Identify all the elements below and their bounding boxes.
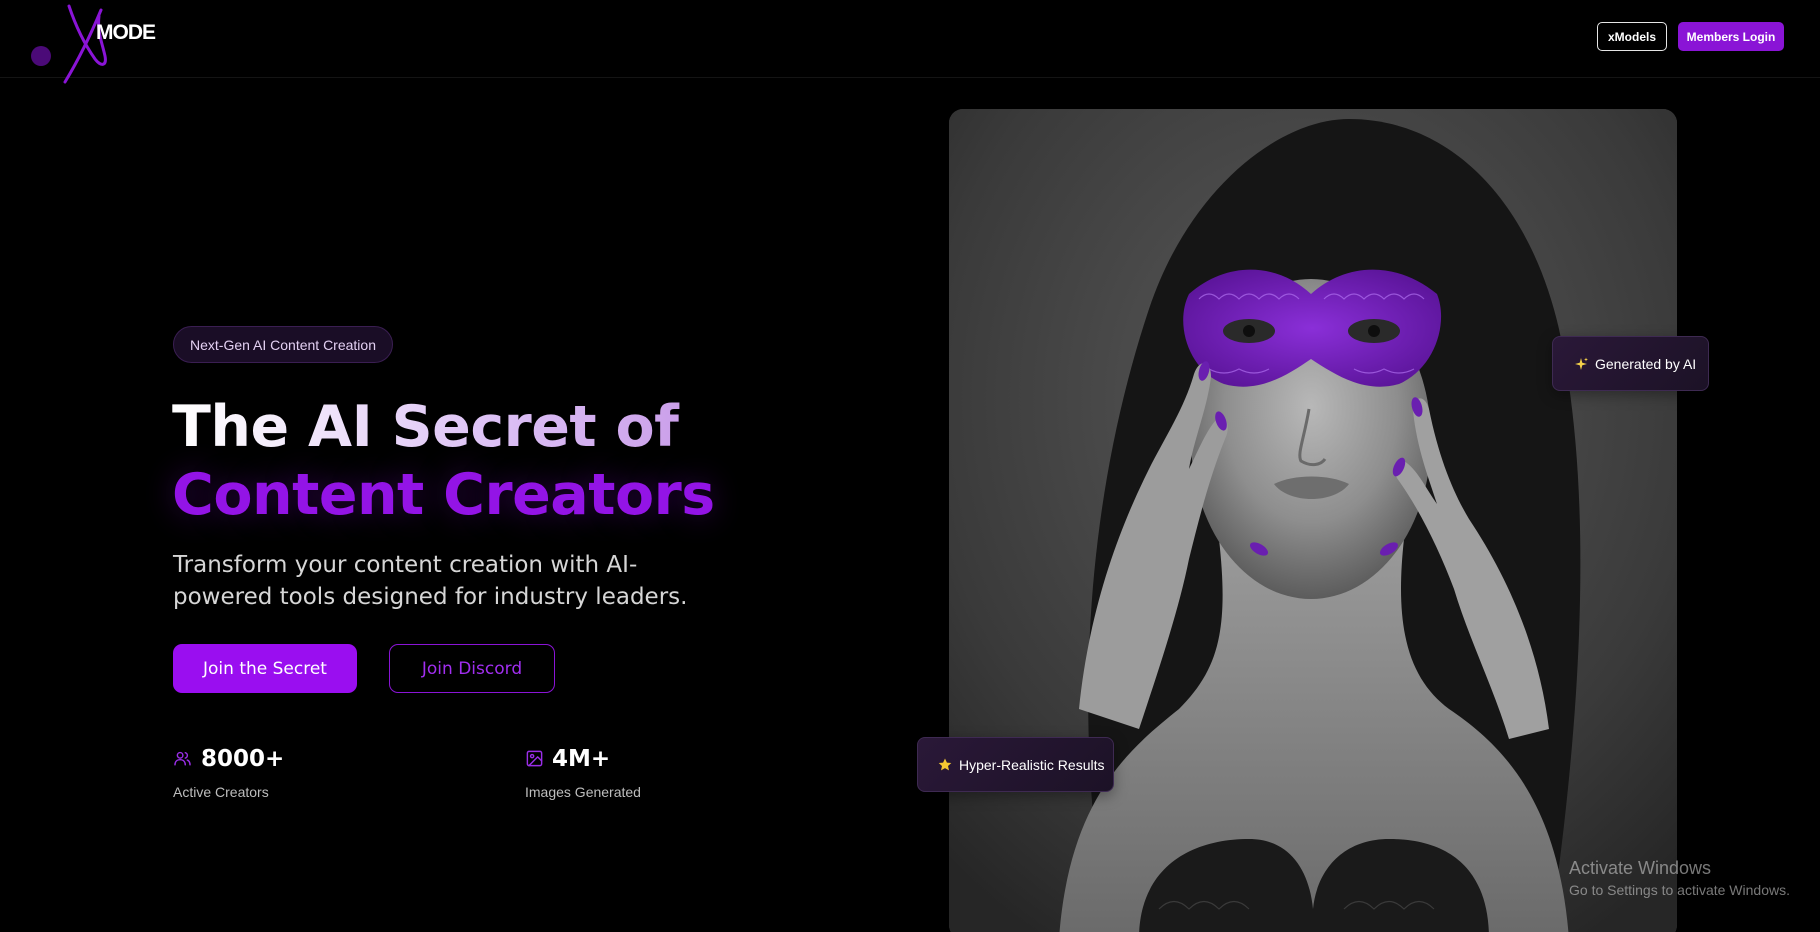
watermark-subtitle: Go to Settings to activate Windows.: [1569, 882, 1790, 898]
xmodels-button[interactable]: xModels: [1597, 22, 1667, 51]
masked-portrait-image: [949, 109, 1677, 932]
users-icon: [174, 751, 191, 766]
top-nav: MODE xModels Members Login: [0, 0, 1820, 84]
members-login-button[interactable]: Members Login: [1678, 22, 1784, 51]
stat-label: Images Generated: [525, 784, 641, 800]
generated-by-ai-card: Generated by AI: [1552, 336, 1709, 391]
stat-label: Active Creators: [173, 784, 269, 800]
card-label: Generated by AI: [1595, 355, 1697, 372]
hyper-realistic-card: Hyper-Realistic Results: [917, 737, 1114, 792]
headline-line-2: Content Creators: [172, 462, 715, 528]
stat-value: 8000+: [201, 746, 285, 772]
logo-dot: [31, 46, 51, 66]
hero-portrait-image: [949, 109, 1677, 932]
headline-line-1: The AI Secret of: [172, 393, 715, 461]
image-icon: [526, 750, 543, 767]
hero-badge: Next-Gen AI Content Creation: [173, 326, 393, 363]
windows-activation-watermark: Activate Windows Go to Settings to activ…: [1569, 857, 1790, 901]
hero-subtext: Transform your content creation with AI-…: [173, 552, 688, 610]
stat-value: 4M+: [552, 746, 611, 772]
join-secret-button[interactable]: Join the Secret: [173, 644, 357, 693]
xmode-logo[interactable]: MODE: [28, 4, 168, 86]
landing-page: MODE xModels Members Login Next-Gen AI C…: [0, 0, 1820, 932]
join-discord-button[interactable]: Join Discord: [389, 644, 555, 693]
watermark-title: Activate Windows: [1569, 858, 1712, 878]
card-label: Hyper-Realistic Results: [959, 756, 1105, 773]
hero-headline: The AI Secret of Content Creators: [172, 393, 715, 529]
sparkles-icon: [1575, 357, 1588, 370]
logo-text: MODE: [96, 21, 156, 44]
star-icon: [938, 758, 952, 770]
